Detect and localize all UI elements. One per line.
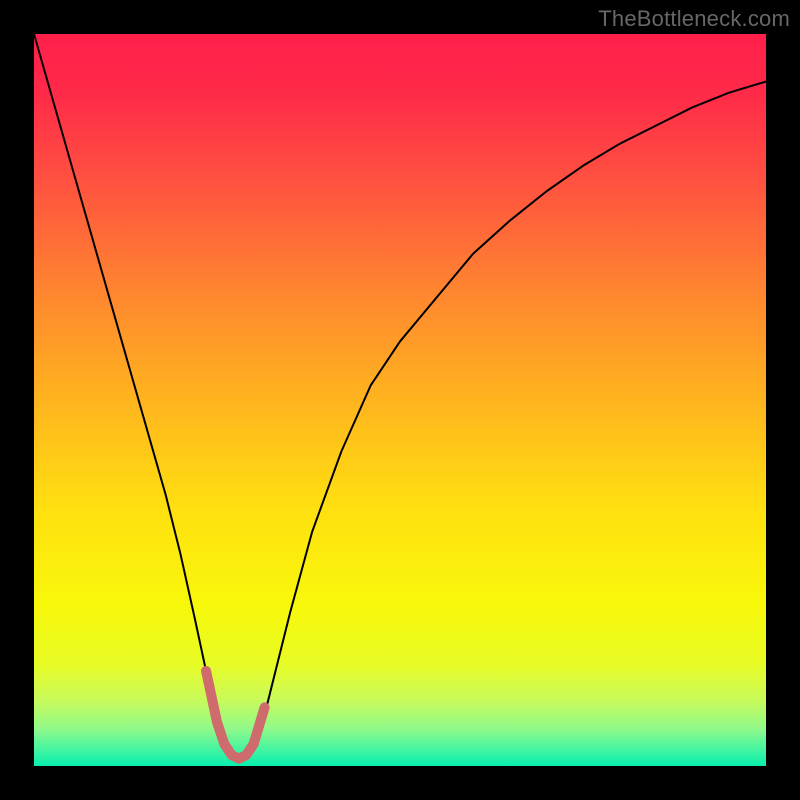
chart-svg <box>34 34 766 766</box>
chart-background <box>34 34 766 766</box>
watermark-text: TheBottleneck.com <box>598 6 790 32</box>
chart-frame: TheBottleneck.com <box>0 0 800 800</box>
chart-plot-area <box>34 34 766 766</box>
